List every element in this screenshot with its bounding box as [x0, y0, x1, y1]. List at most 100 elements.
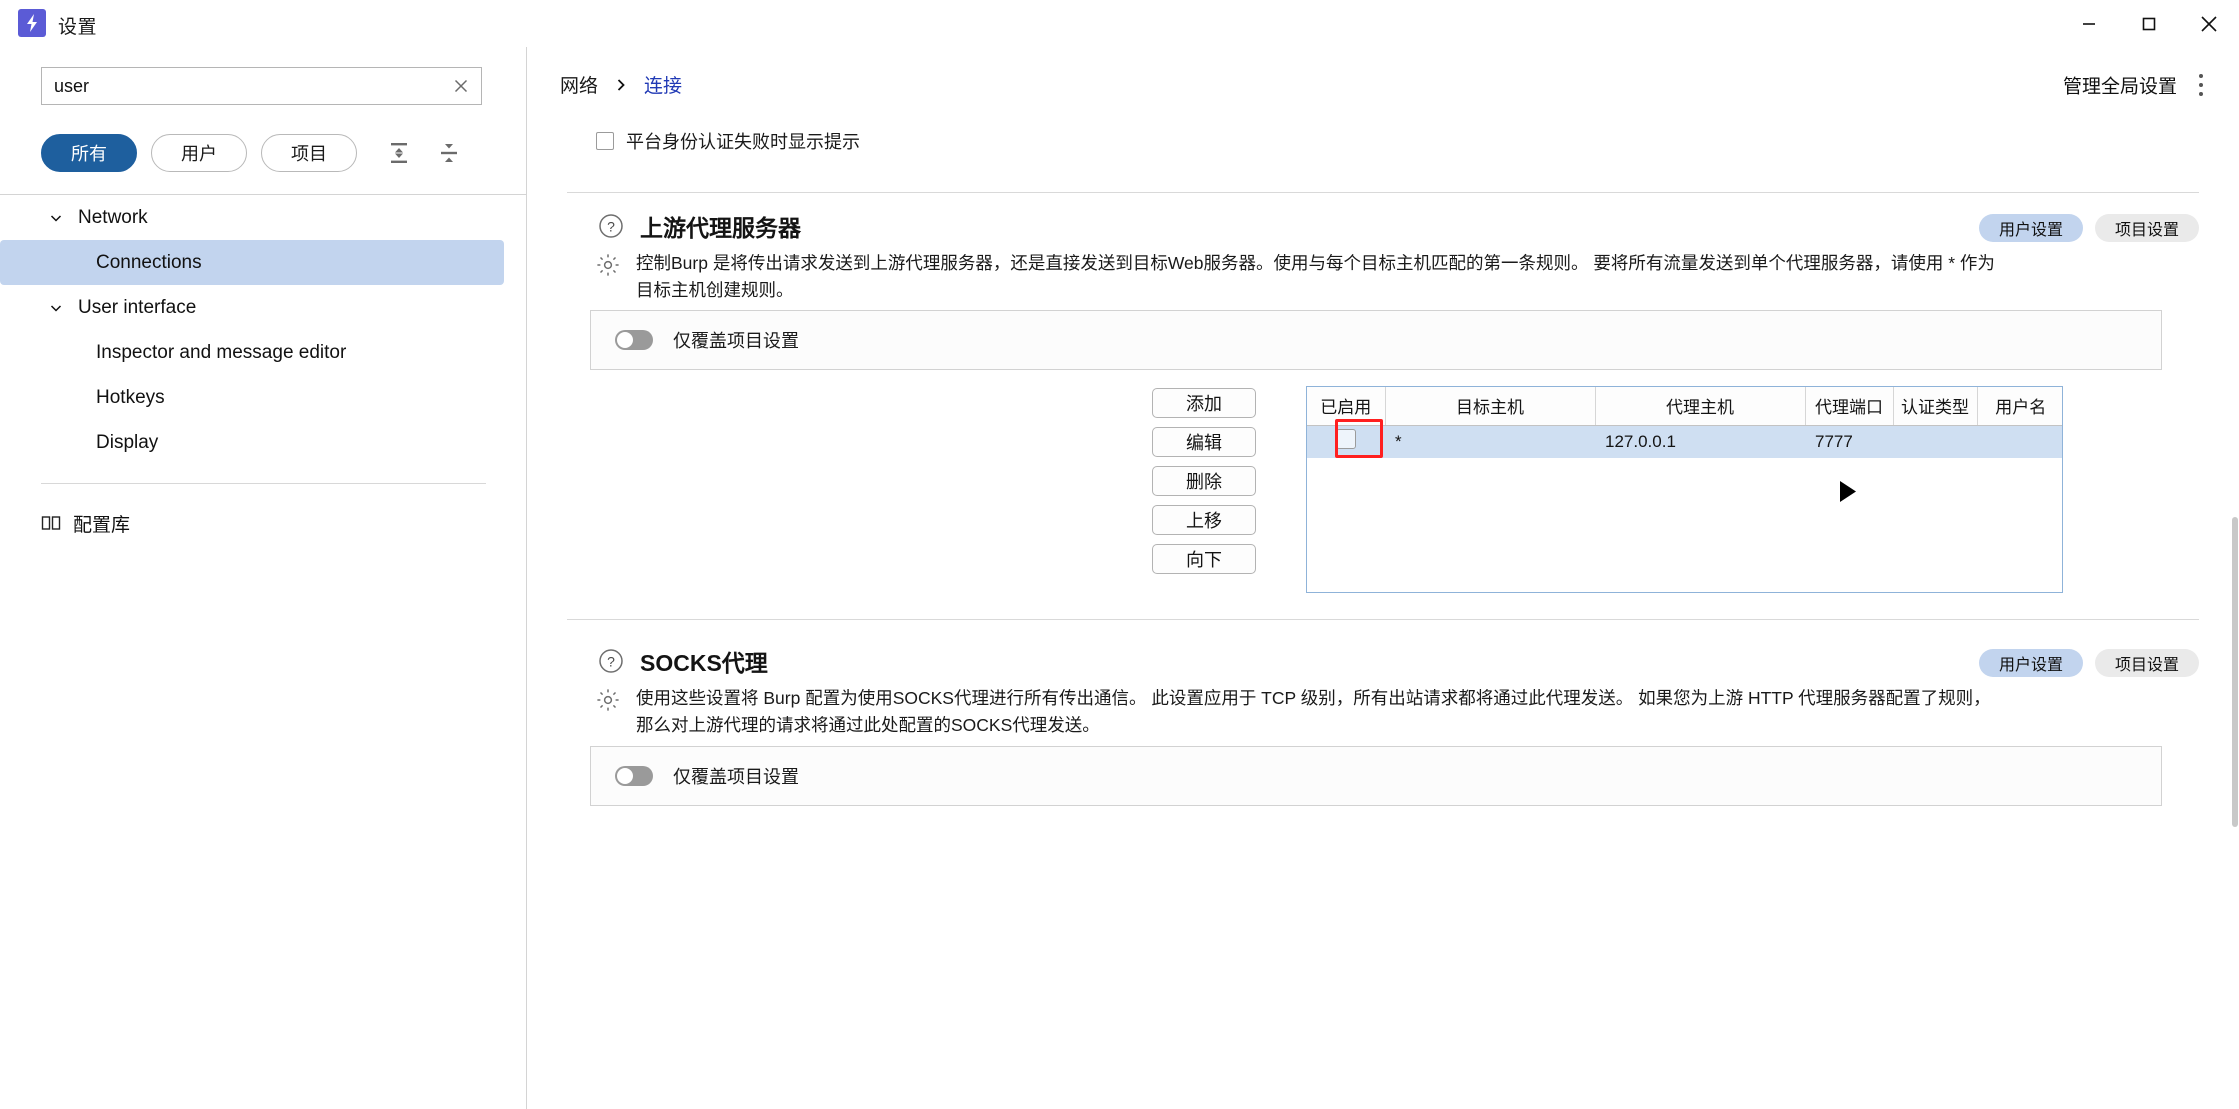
window-titlebar: 设置 [0, 0, 2239, 47]
move-up-button[interactable]: 上移 [1152, 505, 1256, 535]
sidebar-item-label: Inspector and message editor [96, 341, 347, 363]
filter-chip-user[interactable]: 用户 [151, 134, 247, 172]
upstream-proxy-rules-table[interactable]: 已启用 目标主机 代理主机 代理端口 认证类型 用户名 * 127.0.0.1 … [1306, 386, 2063, 593]
section-title: 上游代理服务器 [640, 215, 801, 241]
expand-all-icon[interactable] [385, 138, 413, 168]
edit-button[interactable]: 编辑 [1152, 427, 1256, 457]
settings-nav-tree: Network Connections User interface Inspe… [0, 195, 526, 1109]
col-username[interactable]: 用户名 [1977, 387, 2062, 426]
platform-auth-prompt-checkbox[interactable] [596, 132, 614, 150]
question-circle-icon[interactable]: ? [596, 211, 626, 241]
section-description-upstream-proxy: 控制Burp 是将传出请求发送到上游代理服务器，还是直接发送到目标Web服务器。… [592, 250, 2192, 304]
cell-proxy-host: 127.0.0.1 [1595, 425, 1805, 458]
breadcrumb: 网络 连接 [560, 71, 682, 98]
more-vertical-icon[interactable] [2189, 68, 2213, 102]
settings-content-scroll: 平台身份认证失败时显示提示 ? 上游代理服务器 用户设置 项目设置 控制Burp… [528, 122, 2239, 1109]
col-enabled[interactable]: 已启用 [1307, 387, 1386, 426]
minimize-icon[interactable] [2059, 0, 2119, 47]
override-project-settings-toggle[interactable] [615, 330, 653, 350]
sidebar-item-connections[interactable]: Connections [0, 240, 504, 285]
collapse-all-icon[interactable] [435, 138, 463, 168]
cell-proxy-port: 7777 [1805, 425, 1893, 458]
book-icon [41, 514, 61, 532]
sidebar-group-network[interactable]: Network [0, 195, 526, 240]
maximize-icon[interactable] [2119, 0, 2179, 47]
section-divider-2 [567, 619, 2199, 620]
cell-enabled[interactable] [1307, 425, 1385, 458]
col-target-host[interactable]: 目标主机 [1385, 387, 1596, 426]
sidebar-item-label: Hotkeys [96, 386, 165, 408]
main-scrollbar[interactable] [2231, 47, 2239, 1109]
section-header-socks-proxy: ? SOCKS代理 [596, 644, 768, 678]
main-scrollbar-thumb[interactable] [2232, 517, 2238, 827]
breadcrumb-item-connections[interactable]: 连接 [644, 71, 682, 98]
breadcrumb-item-network[interactable]: 网络 [560, 71, 598, 98]
window-title: 设置 [58, 17, 98, 38]
chevron-down-icon [48, 300, 64, 316]
sidebar-item-label: Display [96, 431, 159, 453]
cell-username [1977, 425, 2062, 458]
badge-project-settings[interactable]: 项目设置 [2094, 649, 2199, 677]
settings-sidebar: 所有 用户 项目 [0, 47, 527, 1109]
section-title: SOCKS代理 [640, 650, 768, 676]
col-auth-type[interactable]: 认证类型 [1893, 387, 1978, 426]
sidebar-group-label: Network [78, 206, 148, 228]
filter-icon-group [385, 138, 463, 168]
cell-auth-type [1893, 425, 1977, 458]
chevron-down-icon [48, 210, 64, 226]
search-clear-close-icon[interactable] [441, 68, 481, 104]
sidebar-item-inspector-and-message-editor[interactable]: Inspector and message editor [0, 330, 526, 375]
enabled-checkbox[interactable] [1336, 429, 1356, 450]
manage-global-settings-button[interactable]: 管理全局设置 [2063, 71, 2177, 98]
badge-user-settings[interactable]: 用户设置 [1978, 649, 2083, 677]
section-badges-socks-proxy: 用户设置 项目设置 [1978, 649, 2199, 677]
sidebar-library-label: 配置库 [73, 514, 131, 536]
section-description-text: 使用这些设置将 Burp 配置为使用SOCKS代理进行所有传出通信。 此设置应用… [636, 685, 1991, 739]
svg-text:?: ? [607, 654, 615, 670]
question-circle-icon[interactable]: ? [596, 646, 626, 676]
app-logo-bolt-icon [18, 9, 46, 37]
window-controls [2059, 0, 2239, 47]
sidebar-item-config-library[interactable]: 配置库 [0, 502, 526, 544]
platform-auth-prompt-row: 平台身份认证失败时显示提示 [596, 128, 860, 154]
override-project-settings-box-socks: 仅覆盖项目设置 [590, 746, 2162, 806]
gear-icon[interactable] [592, 250, 624, 304]
cell-target-host: * [1385, 425, 1595, 458]
filter-chip-project[interactable]: 项目 [261, 134, 357, 172]
sidebar-group-user-interface[interactable]: User interface [0, 285, 526, 330]
filter-chip-all[interactable]: 所有 [41, 134, 137, 172]
section-badges-upstream-proxy: 用户设置 项目设置 [1978, 214, 2199, 242]
desc-line-2: 那么对上游代理的请求将通过此处配置的SOCKS代理发送。 [636, 715, 1100, 736]
sidebar-filter-row: 所有 用户 项目 [0, 112, 527, 195]
search-box[interactable] [41, 67, 482, 105]
sidebar-group-label: User interface [78, 296, 197, 318]
delete-button[interactable]: 删除 [1152, 466, 1256, 496]
proxy-table-button-column: 添加 编辑 删除 上移 向下 [1152, 388, 1256, 574]
breadcrumb-bar: 网络 连接 管理全局设置 [528, 47, 2239, 122]
table-row[interactable]: * 127.0.0.1 7777 [1307, 425, 2062, 458]
add-button[interactable]: 添加 [1152, 388, 1256, 418]
section-divider-1 [567, 192, 2199, 193]
settings-main-panel: 网络 连接 管理全局设置 平台身份认证失败时显示提示 ? 上游代理服务器 用户设… [528, 47, 2239, 1109]
override-project-settings-toggle[interactable] [615, 766, 653, 786]
move-down-button[interactable]: 向下 [1152, 544, 1256, 574]
section-description-socks-proxy: 使用这些设置将 Burp 配置为使用SOCKS代理进行所有传出通信。 此设置应用… [592, 685, 2192, 739]
platform-auth-prompt-label: 平台身份认证失败时显示提示 [626, 132, 860, 152]
desc-line-2: 目标主机创建规则。 [636, 280, 794, 301]
svg-text:?: ? [607, 219, 615, 235]
badge-user-settings[interactable]: 用户设置 [1978, 214, 2083, 242]
sidebar-search-row [0, 47, 527, 112]
section-header-upstream-proxy: ? 上游代理服务器 [596, 209, 801, 243]
pointer-arrow-icon [1839, 480, 1859, 509]
gear-icon[interactable] [592, 685, 624, 739]
sidebar-item-hotkeys[interactable]: Hotkeys [0, 375, 526, 420]
close-icon[interactable] [2179, 0, 2239, 47]
override-project-settings-label: 仅覆盖项目设置 [673, 767, 799, 787]
chevron-right-icon [614, 77, 628, 93]
search-input[interactable] [42, 75, 441, 97]
section-description-text: 控制Burp 是将传出请求发送到上游代理服务器，还是直接发送到目标Web服务器。… [636, 250, 1995, 304]
sidebar-item-display[interactable]: Display [0, 420, 526, 465]
col-proxy-port[interactable]: 代理端口 [1805, 387, 1894, 426]
badge-project-settings[interactable]: 项目设置 [2094, 214, 2199, 242]
col-proxy-host[interactable]: 代理主机 [1595, 387, 1806, 426]
